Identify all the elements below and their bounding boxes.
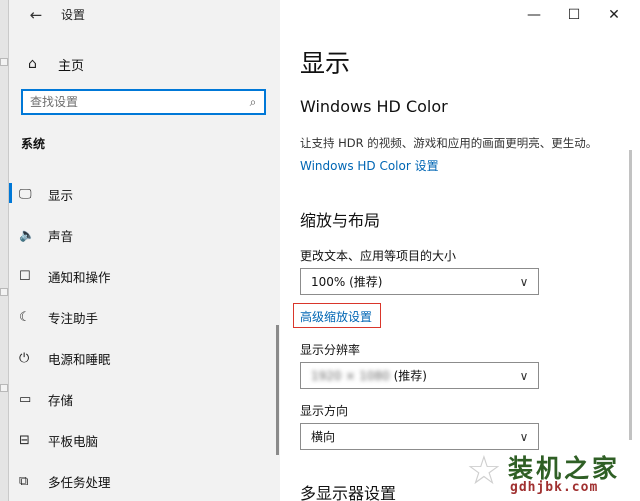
sidebar-item-sound[interactable]: 🔈 声音 (9, 215, 280, 256)
tablet-icon: ⊟ (19, 433, 30, 448)
dropdown-value: 1920 × 1080 (推荐) (311, 369, 427, 383)
app-title: 设置 (61, 8, 86, 22)
power-icon: ⏻ (19, 351, 30, 366)
chevron-down-icon: ∨ (519, 274, 529, 289)
selection-indicator (9, 183, 12, 203)
minimize-icon: — (527, 7, 541, 23)
sidebar-item-label: 存储 (48, 393, 74, 408)
content-scrollbar[interactable] (629, 150, 632, 440)
sidebar-item-label: 平板电脑 (48, 434, 99, 449)
hd-color-settings-link[interactable]: Windows HD Color 设置 (300, 157, 439, 174)
settings-window: ← 设置 ⌂ 主页 ⌕ 系统 🖵 显示 🔈 声音 ☐ 通知和操作 (0, 0, 640, 501)
sidebar-item-notifications[interactable]: ☐ 通知和操作 (9, 256, 280, 297)
notification-icon: ☐ (19, 269, 31, 284)
maximize-icon: ☐ (567, 7, 581, 23)
page-title: 显示 (300, 49, 351, 78)
chevron-down-icon: ∨ (519, 368, 529, 383)
resolution-dropdown[interactable]: 1920 × 1080 (推荐) ∨ (300, 362, 539, 389)
sidebar: ← 设置 ⌂ 主页 ⌕ 系统 🖵 显示 🔈 声音 ☐ 通知和操作 (9, 0, 280, 501)
sidebar-item-power-sleep[interactable]: ⏻ 电源和睡眠 (9, 338, 280, 379)
background-window-edge (0, 0, 9, 501)
monitor-icon: 🖵 (19, 187, 32, 202)
search-input[interactable] (23, 91, 242, 113)
main-content: — ☐ ✕ 显示 Windows HD Color 让支持 HDR 的视频、游戏… (280, 0, 640, 501)
hd-color-heading: Windows HD Color (300, 97, 448, 116)
chevron-down-icon: ∨ (519, 429, 529, 444)
speaker-icon: 🔈 (19, 228, 36, 243)
star-icon: ☆ (466, 448, 502, 494)
sidebar-item-storage[interactable]: ▭ 存储 (9, 379, 280, 420)
home-label: 主页 (58, 58, 85, 74)
dropdown-value: 100% (推荐) (311, 275, 383, 289)
scale-layout-heading: 缩放与布局 (300, 211, 381, 230)
home-icon: ⌂ (28, 56, 37, 72)
maximize-button[interactable]: ☐ (554, 2, 594, 28)
close-button[interactable]: ✕ (594, 2, 634, 28)
sidebar-item-label: 声音 (48, 229, 74, 244)
multitask-icon: ⧉ (19, 474, 29, 489)
hd-color-description: 让支持 HDR 的视频、游戏和应用的画面更明亮、更生动。 (300, 136, 598, 150)
sidebar-nav: 🖵 显示 🔈 声音 ☐ 通知和操作 ☾ 专注助手 ⏻ 电源和睡眠 ▭ 存储 ⊟ … (9, 174, 280, 501)
back-button[interactable]: ← (23, 4, 49, 26)
storage-icon: ▭ (19, 392, 32, 407)
sidebar-item-label: 专注助手 (48, 311, 99, 326)
resolution-label: 显示分辨率 (300, 343, 361, 357)
sidebar-item-label: 通知和操作 (48, 270, 111, 285)
sidebar-item-label: 多任务处理 (48, 475, 111, 490)
background-checkbox (0, 58, 8, 66)
search-icon[interactable]: ⌕ (242, 95, 264, 110)
sidebar-item-home[interactable]: ⌂ 主页 (18, 52, 280, 76)
section-label: 系统 (21, 137, 46, 151)
search-box[interactable]: ⌕ (21, 89, 266, 115)
background-checkbox (0, 384, 8, 392)
sidebar-item-label: 电源和睡眠 (48, 352, 111, 367)
sidebar-item-display[interactable]: 🖵 显示 (9, 174, 280, 215)
sidebar-scrollbar[interactable] (276, 325, 279, 455)
minimize-button[interactable]: — (514, 2, 554, 28)
advanced-scaling-link[interactable]: 高级缩放设置 (300, 308, 372, 325)
dropdown-value: 横向 (311, 430, 336, 444)
text-size-dropdown[interactable]: 100% (推荐) ∨ (300, 268, 539, 295)
watermark-logo: ☆ 装机之家 gdhjbk.com (466, 447, 634, 499)
sidebar-item-focus-assist[interactable]: ☾ 专注助手 (9, 297, 280, 338)
orientation-label: 显示方向 (300, 404, 349, 418)
orientation-dropdown[interactable]: 横向 ∨ (300, 423, 539, 450)
sidebar-item-multitasking[interactable]: ⧉ 多任务处理 (9, 461, 280, 501)
multi-display-heading: 多显示器设置 (300, 484, 397, 501)
sidebar-item-tablet[interactable]: ⊟ 平板电脑 (9, 420, 280, 461)
back-arrow-icon: ← (29, 6, 43, 24)
sidebar-item-label: 显示 (48, 188, 74, 203)
text-size-label: 更改文本、应用等项目的大小 (300, 249, 457, 263)
moon-icon: ☾ (19, 310, 31, 325)
close-icon: ✕ (608, 7, 620, 23)
watermark-url: gdhjbk.com (510, 480, 599, 495)
background-checkbox (0, 288, 8, 296)
